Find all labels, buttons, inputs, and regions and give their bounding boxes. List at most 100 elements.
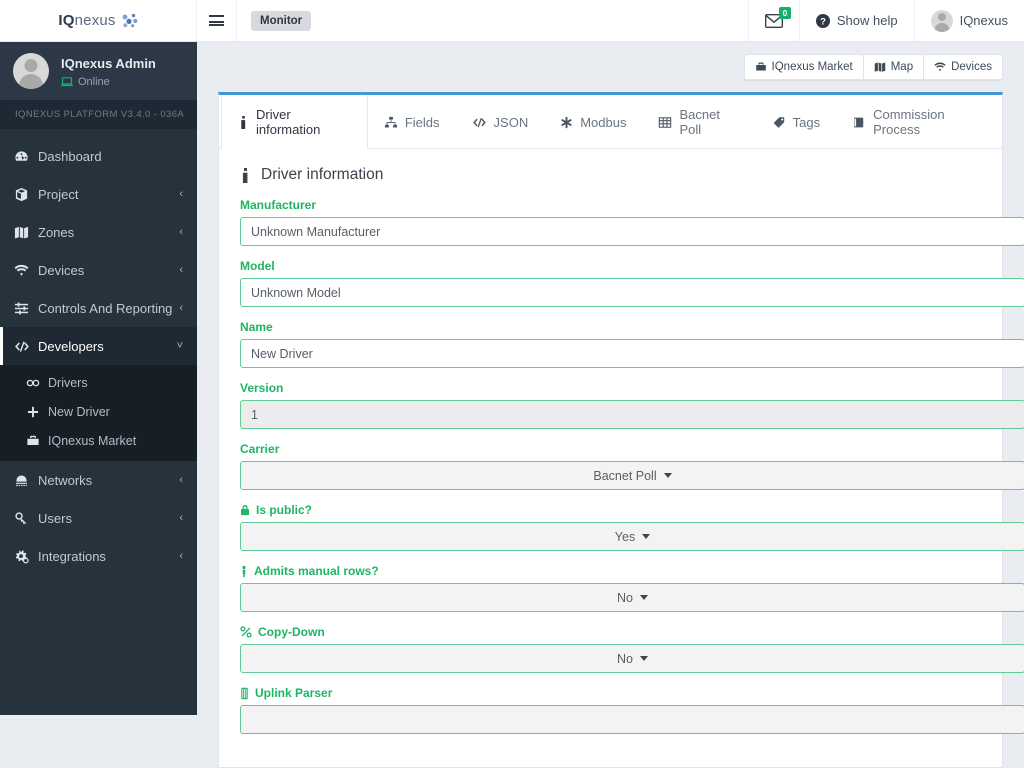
sidebar-item-label: Dashboard (38, 148, 102, 164)
field-is-public: Is public? Yes (240, 503, 1024, 551)
user-name-label: IQnexus (959, 13, 1008, 28)
tab-json[interactable]: JSON (456, 95, 545, 149)
iqnexus-market-button[interactable]: IQnexus Market (743, 54, 864, 80)
select-value: No (617, 651, 633, 666)
field-carrier: Carrier Bacnet Poll (240, 442, 1024, 490)
plus-icon (26, 405, 48, 419)
tab-bacnet-poll[interactable]: Bacnet Poll (642, 95, 755, 149)
sidebar-submenu-developers: Drivers New Driver IQnexus Market (0, 365, 197, 461)
sidebar-user-status: Online (61, 76, 156, 88)
field-label: Manufacturer (240, 198, 981, 212)
input-value: New Driver (251, 346, 313, 361)
tab-label: JSON (493, 114, 529, 130)
sidebar-nav-lower: Networks ‹ Users ‹ Integrations ‹ (0, 461, 197, 575)
field-manufacturer: Manufacturer Unknown Manufacturer (240, 198, 1024, 246)
toolbar-button-group: IQnexus Market Map Devices (743, 54, 1003, 80)
carrier-select[interactable]: Bacnet Poll (240, 461, 1024, 490)
sidebar-item-label: Developers (38, 338, 104, 354)
sidebar-item-label: Users (38, 510, 72, 526)
sidebar-item-integrations[interactable]: Integrations ‹ (0, 537, 197, 575)
field-label: Uplink Parser (240, 686, 981, 700)
avatar (930, 9, 953, 32)
tab-modbus[interactable]: Modbus (544, 95, 642, 149)
sidebar-item-drivers[interactable]: Drivers (0, 368, 197, 397)
user-menu-button[interactable]: IQnexus (913, 0, 1024, 41)
sidebar: IQnexus Admin Online IQNEXUS PLATFORM V3… (0, 42, 197, 715)
briefcase-icon (755, 61, 767, 73)
tab-fields[interactable]: Fields (368, 95, 456, 149)
sidebar-item-dashboard[interactable]: Dashboard (0, 137, 197, 175)
tab-label: Commission Process (873, 107, 945, 137)
model-input[interactable]: Unknown Model (240, 278, 1024, 307)
sidebar-item-label: Devices (38, 262, 85, 278)
avatar (13, 53, 49, 89)
sidebar-item-new-driver[interactable]: New Driver (0, 397, 197, 426)
map-button[interactable]: Map (863, 54, 925, 80)
help-circle-icon: ? (815, 13, 830, 28)
wifi-icon (934, 61, 946, 73)
devices-button[interactable]: Devices (924, 54, 1003, 80)
field-label-text: Model (240, 259, 275, 273)
sidebar-user-name: IQnexus Admin (61, 56, 156, 72)
chevron-icon: ‹ (179, 512, 183, 524)
sidebar-item-users[interactable]: Users ‹ (0, 499, 197, 537)
sidebar-item-devices[interactable]: Devices ‹ (0, 251, 197, 289)
brand-logo[interactable]: IQnexus (0, 0, 197, 41)
sidebar-item-project[interactable]: Project ‹ (0, 175, 197, 213)
monitor-badge[interactable]: Monitor (251, 10, 312, 31)
code-icon (472, 116, 487, 129)
field-copy-down: Copy-Down No (240, 625, 1024, 673)
map-icon (874, 61, 886, 73)
admits-manual-rows-select[interactable]: No (240, 583, 1024, 612)
topbar-right-actions: 0 ? Show help IQnexus (747, 0, 1024, 41)
field-label: Name (240, 320, 981, 334)
chevron-icon: ‹ (179, 188, 183, 200)
is-public-select[interactable]: Yes (240, 522, 1024, 551)
field-label: Carrier (240, 442, 981, 456)
name-input[interactable]: New Driver (240, 339, 1024, 368)
chain-icon (26, 376, 48, 390)
toolbar-button-label: IQnexus Market (771, 61, 853, 73)
box-icon (14, 187, 38, 202)
show-help-button[interactable]: ? Show help (798, 0, 914, 41)
brand-text: IQnexus (58, 12, 138, 29)
sidebar-nav: Dashboard Project ‹ Zones ‹ Devices ‹ Co… (0, 129, 197, 575)
field-admits-manual-rows: Admits manual rows? No (240, 564, 1024, 612)
chevron-down-icon (639, 595, 648, 600)
field-label-text: Is public? (256, 503, 313, 517)
info-icon (238, 115, 249, 129)
tab-driver-information[interactable]: Driver information (221, 95, 368, 149)
book-icon (852, 116, 866, 129)
chevron-down-icon (642, 534, 651, 539)
sidebar-item-controls-and-reporting[interactable]: Controls And Reporting ‹ (0, 289, 197, 327)
manufacturer-input[interactable]: Unknown Manufacturer (240, 217, 1024, 246)
uplink-parser-select[interactable] (240, 705, 1024, 734)
monitor-badge-wrap: Monitor (237, 0, 312, 41)
tab-label: Bacnet Poll (679, 107, 720, 137)
tag-icon (772, 116, 786, 129)
copy-down-select[interactable]: No (240, 644, 1024, 673)
input-value: Unknown Model (251, 285, 341, 300)
content-toolbar: IQnexus Market Map Devices (197, 42, 1024, 92)
tab-tags[interactable]: Tags (756, 95, 836, 149)
memory-icon (240, 687, 249, 700)
sidebar-item-networks[interactable]: Networks ‹ (0, 461, 197, 499)
tab-label: Modbus (580, 114, 627, 130)
page-title: Driver information (240, 166, 981, 184)
sidebar-item-label: Zones (38, 224, 75, 240)
sidebar-item-label: Controls And Reporting (38, 300, 173, 316)
sidebar-user-panel[interactable]: IQnexus Admin Online (0, 42, 197, 100)
messages-button[interactable]: 0 (747, 0, 799, 41)
field-label-text: Manufacturer (240, 198, 317, 212)
hamburger-icon (209, 15, 224, 26)
sidebar-item-zones[interactable]: Zones ‹ (0, 213, 197, 251)
field-uplink-parser: Uplink Parser (240, 686, 1024, 734)
sidebar-toggle-button[interactable] (197, 0, 237, 41)
tab-bar: Driver information Fields JSON Modbus Ba… (219, 95, 1002, 149)
laptop-icon (61, 76, 73, 87)
select-value: No (617, 590, 633, 605)
sidebar-item-developers[interactable]: Developers ˅ (0, 327, 197, 365)
sidebar-item-iqnexus-market[interactable]: IQnexus Market (0, 426, 197, 455)
sidebar-item-label: IQnexus Market (48, 433, 137, 448)
tab-commission-process[interactable]: Commission Process (836, 95, 1002, 149)
